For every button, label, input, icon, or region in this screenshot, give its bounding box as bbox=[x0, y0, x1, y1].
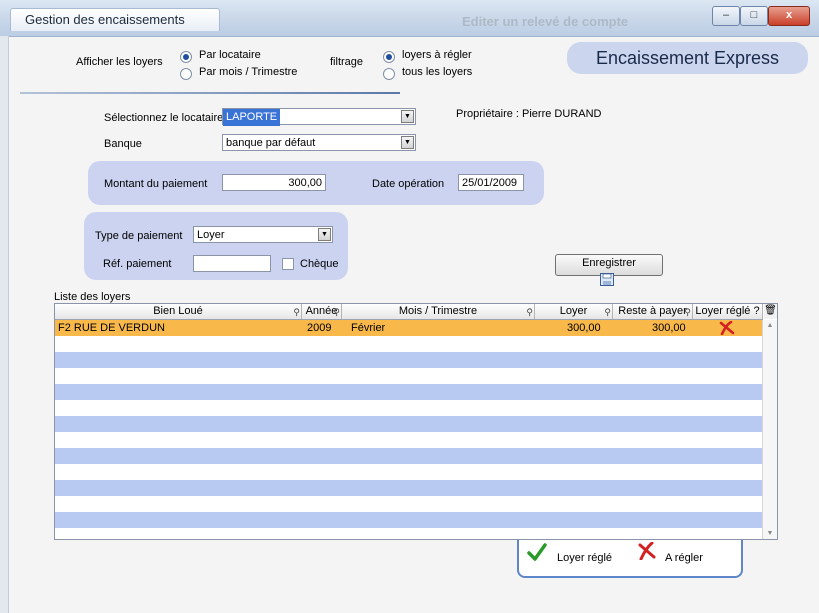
table-row[interactable]: F2 RUE DE VERDUN 2009 Février 300,00 300… bbox=[55, 320, 763, 336]
search-icon[interactable]: ⚲ bbox=[333, 305, 340, 319]
tenant-label: Sélectionnez le locataire bbox=[104, 112, 224, 124]
date-input[interactable]: 25/01/2009 bbox=[458, 174, 524, 191]
col-loyer-regle[interactable]: Loyer réglé ? bbox=[693, 304, 763, 319]
scroll-down-icon[interactable]: ▼ bbox=[763, 530, 777, 537]
minimize-button[interactable]: – bbox=[712, 6, 740, 26]
radio-loyers-a-regler-label: loyers à régler bbox=[402, 49, 472, 61]
table-row[interactable] bbox=[55, 416, 763, 432]
table-row[interactable] bbox=[55, 384, 763, 400]
search-icon[interactable]: ⚲ bbox=[293, 305, 300, 319]
maximize-button[interactable]: □ bbox=[740, 6, 768, 26]
chevron-down-icon[interactable]: ▼ bbox=[401, 110, 414, 123]
search-icon[interactable]: ⚲ bbox=[604, 305, 611, 319]
ref-input[interactable] bbox=[193, 255, 271, 272]
radio-par-mois-label: Par mois / Trimestre bbox=[199, 66, 298, 78]
table-row[interactable] bbox=[55, 496, 763, 512]
table-row[interactable] bbox=[55, 336, 763, 352]
legend-paid-label: Loyer réglé bbox=[557, 552, 613, 564]
radio-par-locataire-label: Par locataire bbox=[199, 49, 261, 61]
legend-unpaid-label: A régler bbox=[665, 552, 703, 564]
col-annee[interactable]: Année ⚲ bbox=[302, 304, 342, 319]
display-label: Afficher les loyers bbox=[76, 56, 163, 68]
status-legend: Loyer réglé A régler bbox=[517, 540, 743, 578]
table-row[interactable] bbox=[55, 512, 763, 528]
table-row[interactable] bbox=[55, 400, 763, 416]
cross-icon bbox=[638, 542, 656, 560]
paytype-combobox[interactable]: Loyer ▼ bbox=[193, 226, 333, 243]
radio-tous-les-loyers[interactable] bbox=[383, 68, 395, 80]
list-title: Liste des loyers bbox=[54, 291, 131, 303]
cross-icon bbox=[719, 321, 735, 335]
bank-value: banque par défaut bbox=[226, 137, 316, 149]
amount-label: Montant du paiement bbox=[104, 178, 208, 190]
cell-reste: 300,00 bbox=[652, 322, 686, 334]
scroll-up-icon[interactable]: ▲ bbox=[763, 322, 777, 329]
checkmark-icon bbox=[527, 543, 547, 561]
radio-loyers-a-regler[interactable] bbox=[383, 51, 395, 63]
col-loyer-regle-label: Loyer réglé ? bbox=[695, 305, 760, 317]
trash-icon[interactable]: 🗑 bbox=[764, 304, 777, 319]
window-left-edge bbox=[0, 36, 9, 613]
date-label: Date opération bbox=[372, 178, 445, 190]
save-button-label: Enregistrer bbox=[582, 257, 636, 269]
cheque-checkbox[interactable] bbox=[282, 258, 294, 270]
loyers-table[interactable]: Bien Loué ⚲ Année ⚲ Mois / Trimestre ⚲ L… bbox=[54, 303, 778, 540]
title-bar: Gestion des encaissements Editer un rele… bbox=[0, 0, 819, 37]
owner-text: Propriétaire : Pierre DURAND bbox=[456, 108, 602, 120]
cheque-label: Chèque bbox=[300, 258, 339, 270]
chevron-down-icon[interactable]: ▼ bbox=[401, 136, 414, 149]
radio-par-mois[interactable] bbox=[180, 68, 192, 80]
cell-bien: F2 RUE DE VERDUN bbox=[58, 322, 165, 334]
col-mois[interactable]: Mois / Trimestre ⚲ bbox=[342, 304, 535, 319]
table-row[interactable] bbox=[55, 368, 763, 384]
bank-label: Banque bbox=[104, 138, 142, 150]
table-header: Bien Loué ⚲ Année ⚲ Mois / Trimestre ⚲ L… bbox=[55, 304, 763, 320]
col-loyer-label: Loyer bbox=[559, 305, 588, 317]
bank-combobox[interactable]: banque par défaut ▼ bbox=[222, 134, 416, 151]
tab-gestion-encaissements[interactable]: Gestion des encaissements bbox=[10, 8, 220, 31]
col-bien-loue-label: Bien Loué bbox=[153, 305, 203, 317]
col-reste[interactable]: Reste à payer ⚲ bbox=[613, 304, 693, 319]
paytype-value: Loyer bbox=[197, 229, 225, 241]
search-icon[interactable]: ⚲ bbox=[526, 305, 533, 319]
radio-par-locataire[interactable] bbox=[180, 51, 192, 63]
vertical-scrollbar[interactable]: ▲ ▼ bbox=[762, 320, 777, 539]
close-button[interactable]: x bbox=[768, 6, 810, 26]
section-divider bbox=[20, 92, 400, 94]
table-row[interactable] bbox=[55, 448, 763, 464]
cell-mois: Février bbox=[351, 322, 386, 334]
col-loyer[interactable]: Loyer ⚲ bbox=[535, 304, 613, 319]
floppy-disk-icon bbox=[600, 273, 614, 286]
table-row[interactable] bbox=[55, 480, 763, 496]
tenant-combobox[interactable]: LAPORTE ▼ bbox=[222, 108, 416, 126]
ref-label: Réf. paiement bbox=[103, 258, 172, 270]
radio-tous-les-loyers-label: tous les loyers bbox=[402, 66, 473, 78]
col-bien-loue[interactable]: Bien Loué ⚲ bbox=[55, 304, 302, 319]
table-row[interactable] bbox=[55, 432, 763, 448]
table-row[interactable] bbox=[55, 464, 763, 480]
amount-input[interactable]: 300,00 bbox=[222, 174, 326, 191]
encaissement-express-banner: Encaissement Express bbox=[567, 42, 808, 74]
paytype-label: Type de paiement bbox=[95, 230, 183, 242]
cell-loyer: 300,00 bbox=[567, 322, 601, 334]
search-icon[interactable]: ⚲ bbox=[684, 305, 691, 319]
cell-annee: 2009 bbox=[307, 322, 332, 334]
col-reste-label: Reste à payer bbox=[618, 305, 687, 317]
filter-label: filtrage bbox=[330, 56, 364, 68]
col-mois-label: Mois / Trimestre bbox=[398, 305, 478, 317]
table-rows: F2 RUE DE VERDUN 2009 Février 300,00 300… bbox=[55, 320, 763, 528]
tenant-value: LAPORTE bbox=[223, 109, 281, 126]
table-row[interactable] bbox=[55, 352, 763, 368]
chevron-down-icon[interactable]: ▼ bbox=[318, 228, 331, 241]
tab-editer-releve[interactable]: Editer un relevé de compte bbox=[462, 14, 628, 29]
